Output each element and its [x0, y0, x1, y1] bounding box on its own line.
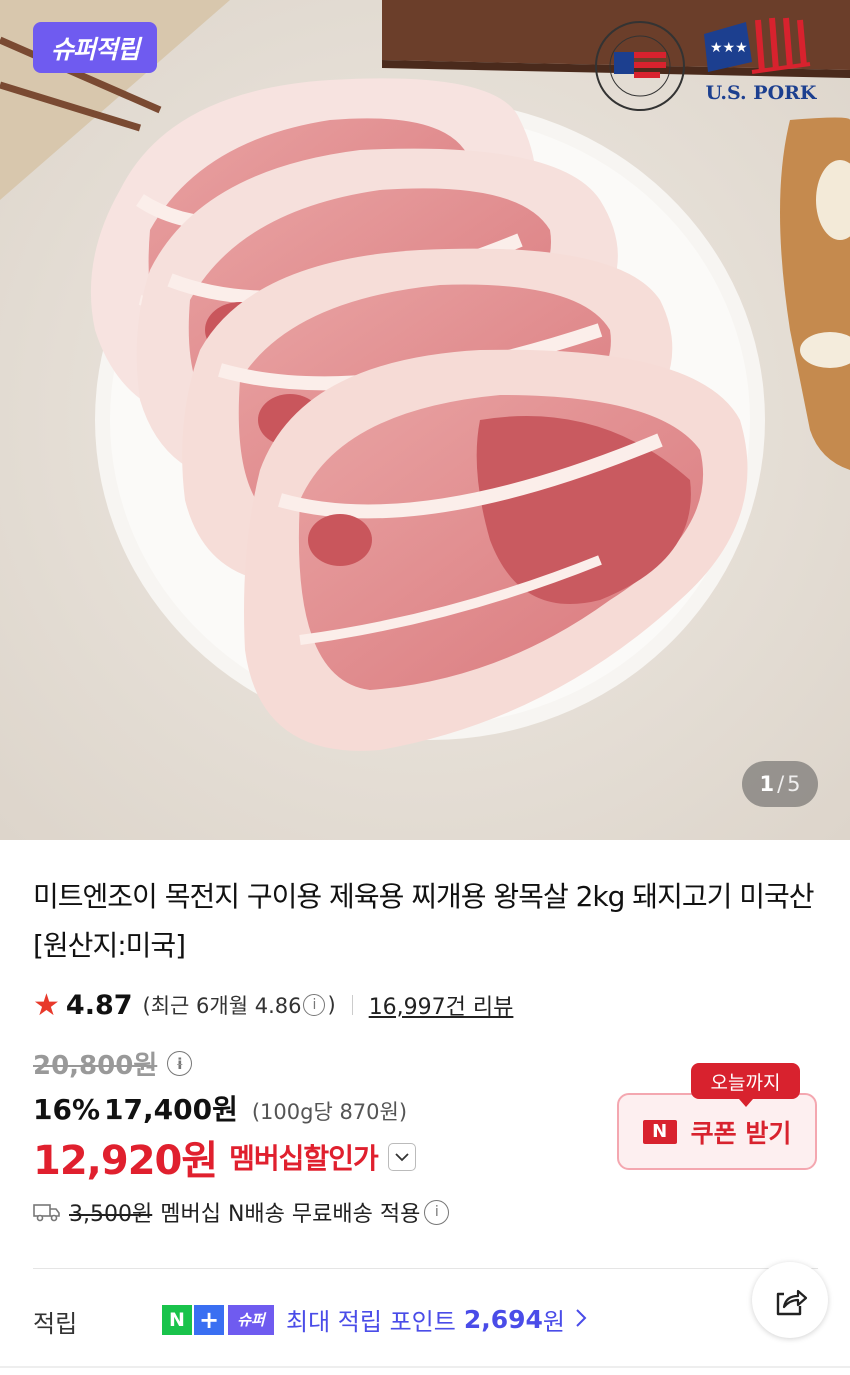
- product-title: 미트엔조이 목전지 구이용 제육용 찌개용 왕목살 2kg 돼지고기 미국산 […: [33, 880, 815, 962]
- share-icon: [776, 1289, 808, 1316]
- svg-text:★★★: ★★★: [710, 40, 748, 56]
- share-button[interactable]: [752, 1262, 828, 1338]
- member-price-row: 12,920원 멤버십할인가: [33, 1128, 416, 1186]
- truck-icon: [33, 1204, 60, 1222]
- naver-n-badge: N: [162, 1304, 192, 1335]
- earn-points: 2,694: [463, 1305, 543, 1334]
- earn-text: 최대 적립 포인트: [286, 1308, 456, 1336]
- recent-rating-prefix: (최근 6개월 4.86: [142, 994, 302, 1018]
- earn-points-link[interactable]: N + 슈퍼 최대 적립 포인트 2,694 원: [162, 1302, 587, 1337]
- chevron-right-icon: [575, 1306, 587, 1334]
- image-counter-current: 1: [759, 772, 775, 796]
- super-earn-badge: 슈퍼적립: [33, 22, 158, 73]
- earn-label: 적립: [33, 1310, 78, 1338]
- rating-score: 4.87: [65, 989, 133, 1021]
- star-icon: ★: [33, 987, 60, 1023]
- shipping-fee: 3,500원: [69, 1202, 153, 1227]
- image-counter: 1 / 5: [742, 761, 818, 807]
- coupon-button-label: 쿠폰 받기: [690, 1118, 792, 1148]
- unit-price: (100g당 870원): [251, 1100, 408, 1124]
- image-counter-separator: /: [777, 772, 785, 796]
- member-price-label: 멤버십할인가: [229, 1142, 379, 1175]
- section-divider: [0, 1366, 850, 1368]
- sale-price-row: 16% 17,400원 (100g당 870원): [33, 1088, 407, 1128]
- chevron-down-icon[interactable]: [387, 1143, 416, 1171]
- earn-unit: 원: [542, 1308, 565, 1336]
- info-icon[interactable]: i: [303, 994, 326, 1016]
- today-only-tag: 오늘까지: [691, 1063, 800, 1107]
- product-image-carousel[interactable]: 슈퍼적립 ★★★ U.S. PORK 1 / 5: [0, 0, 850, 840]
- super-badge: 슈퍼: [228, 1304, 274, 1335]
- image-counter-total: 5: [787, 772, 801, 796]
- sale-price: 17,400원: [104, 1093, 238, 1126]
- member-price: 12,920원: [33, 1138, 218, 1184]
- shipping-row: 3,500원 멤버십 N배송 무료배송 적용 i: [33, 1196, 451, 1228]
- shipping-text: 멤버십 N배송 무료배송 적용: [160, 1202, 421, 1227]
- info-icon[interactable]: i: [167, 1051, 193, 1076]
- divider: [33, 1268, 818, 1269]
- original-price: 20,800원: [33, 1051, 158, 1081]
- usmef-logo: [595, 21, 685, 111]
- naver-coupon-icon: N: [642, 1119, 677, 1144]
- info-icon[interactable]: i: [424, 1199, 450, 1225]
- discount-percent: 16%: [33, 1093, 101, 1126]
- reviews-link[interactable]: 16,997건 리뷰: [369, 989, 514, 1021]
- divider: [351, 995, 353, 1015]
- recent-rating-suffix: ): [327, 993, 336, 1017]
- rating-row: ★ 4.87 (최근 6개월 4.86 i ) 16,997건 리뷰: [33, 984, 513, 1026]
- pork-product-photo: [0, 0, 850, 840]
- coupon-button[interactable]: N 쿠폰 받기: [617, 1093, 817, 1170]
- original-price-row: 20,800원 i: [33, 1045, 194, 1082]
- plus-badge: +: [194, 1304, 224, 1335]
- us-pork-logo-text: U.S. PORK: [705, 82, 817, 104]
